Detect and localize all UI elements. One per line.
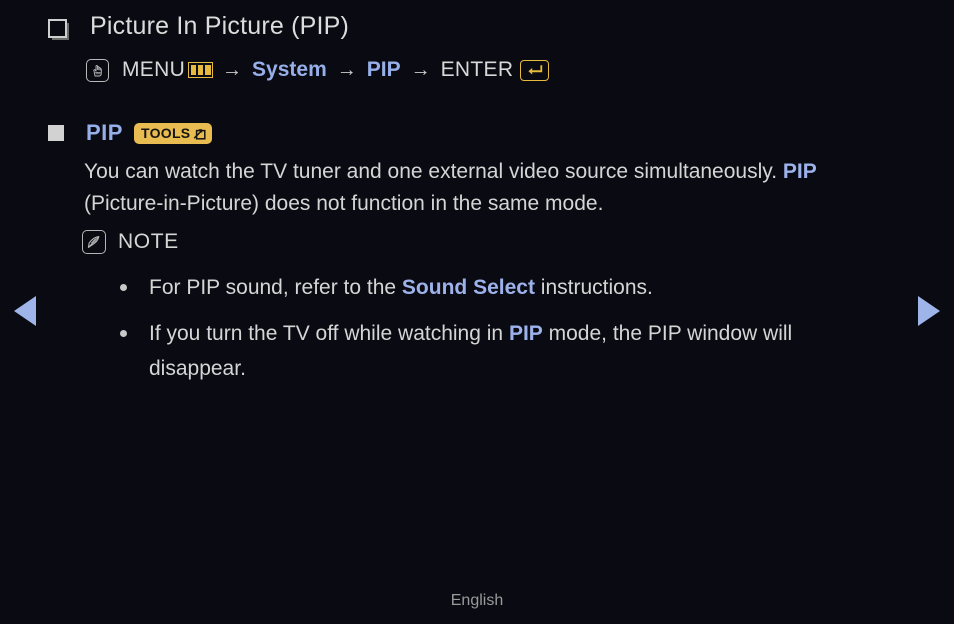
footer-language: English [450, 592, 504, 609]
body-paragraph: You can watch the TV tuner and one exter… [84, 156, 884, 220]
paragraph-highlight-pip: PIP [782, 160, 817, 183]
note-heading: NOTE [82, 230, 179, 254]
page-title: Picture In Picture (PIP) [48, 9, 349, 43]
bullet-1-part-1: For PIP sound, refer to the [149, 276, 402, 299]
tools-arrow-box-icon [193, 127, 206, 140]
section-heading-label: PIP [86, 120, 123, 145]
paragraph-part-1: You can watch the TV tuner and one exter… [84, 160, 783, 183]
page-title-text: Picture In Picture (PIP) [90, 12, 350, 40]
triangle-left-icon[interactable] [14, 296, 36, 326]
hollow-square-marker-icon [48, 19, 67, 38]
paragraph-part-2: (Picture-in-Picture) does not function i… [84, 192, 604, 215]
list-item: For PIP sound, refer to the Sound Select… [120, 270, 890, 305]
menu-label: MENU [122, 58, 186, 81]
note-pen-icon [82, 230, 106, 254]
path-arrow-2: → [336, 59, 357, 81]
bullet-1-part-2: instructions. [534, 276, 653, 299]
bullet-1-highlight: Sound Select [401, 276, 535, 299]
tools-badge[interactable]: TOOLS [133, 122, 213, 144]
list-item-text: For PIP sound, refer to the Sound Select… [149, 270, 653, 305]
manual-page: Picture In Picture (PIP) MENU → System →… [0, 0, 954, 624]
menu-path-pip[interactable]: PIP [367, 56, 401, 84]
menu-path-system[interactable]: System [252, 56, 327, 84]
path-arrow-3: → [410, 59, 431, 81]
enter-label: ENTER [440, 58, 514, 81]
hand-press-icon [86, 58, 109, 82]
solid-square-marker-icon [48, 125, 64, 141]
list-item: If you turn the TV off while watching in… [120, 316, 890, 386]
bullet-dot-icon [120, 330, 127, 337]
path-arrow-1: → [222, 59, 243, 81]
enter-key-icon [520, 59, 550, 81]
tools-badge-label: TOOLS [140, 125, 191, 141]
section-heading: PIP TOOLS [48, 120, 213, 146]
bullet-2-part-1: If you turn the TV off while watching in [149, 322, 509, 345]
bullet-dot-icon [120, 284, 127, 291]
list-item-text: If you turn the TV off while watching in… [149, 316, 890, 386]
note-label: NOTE [118, 230, 179, 253]
menu-path: MENU → System → PIP → ENTER [86, 56, 550, 84]
menu-bars-icon [188, 62, 214, 78]
triangle-right-icon[interactable] [918, 296, 940, 326]
bullet-2-highlight: PIP [508, 322, 543, 345]
note-bullet-list: For PIP sound, refer to the Sound Select… [120, 270, 890, 397]
